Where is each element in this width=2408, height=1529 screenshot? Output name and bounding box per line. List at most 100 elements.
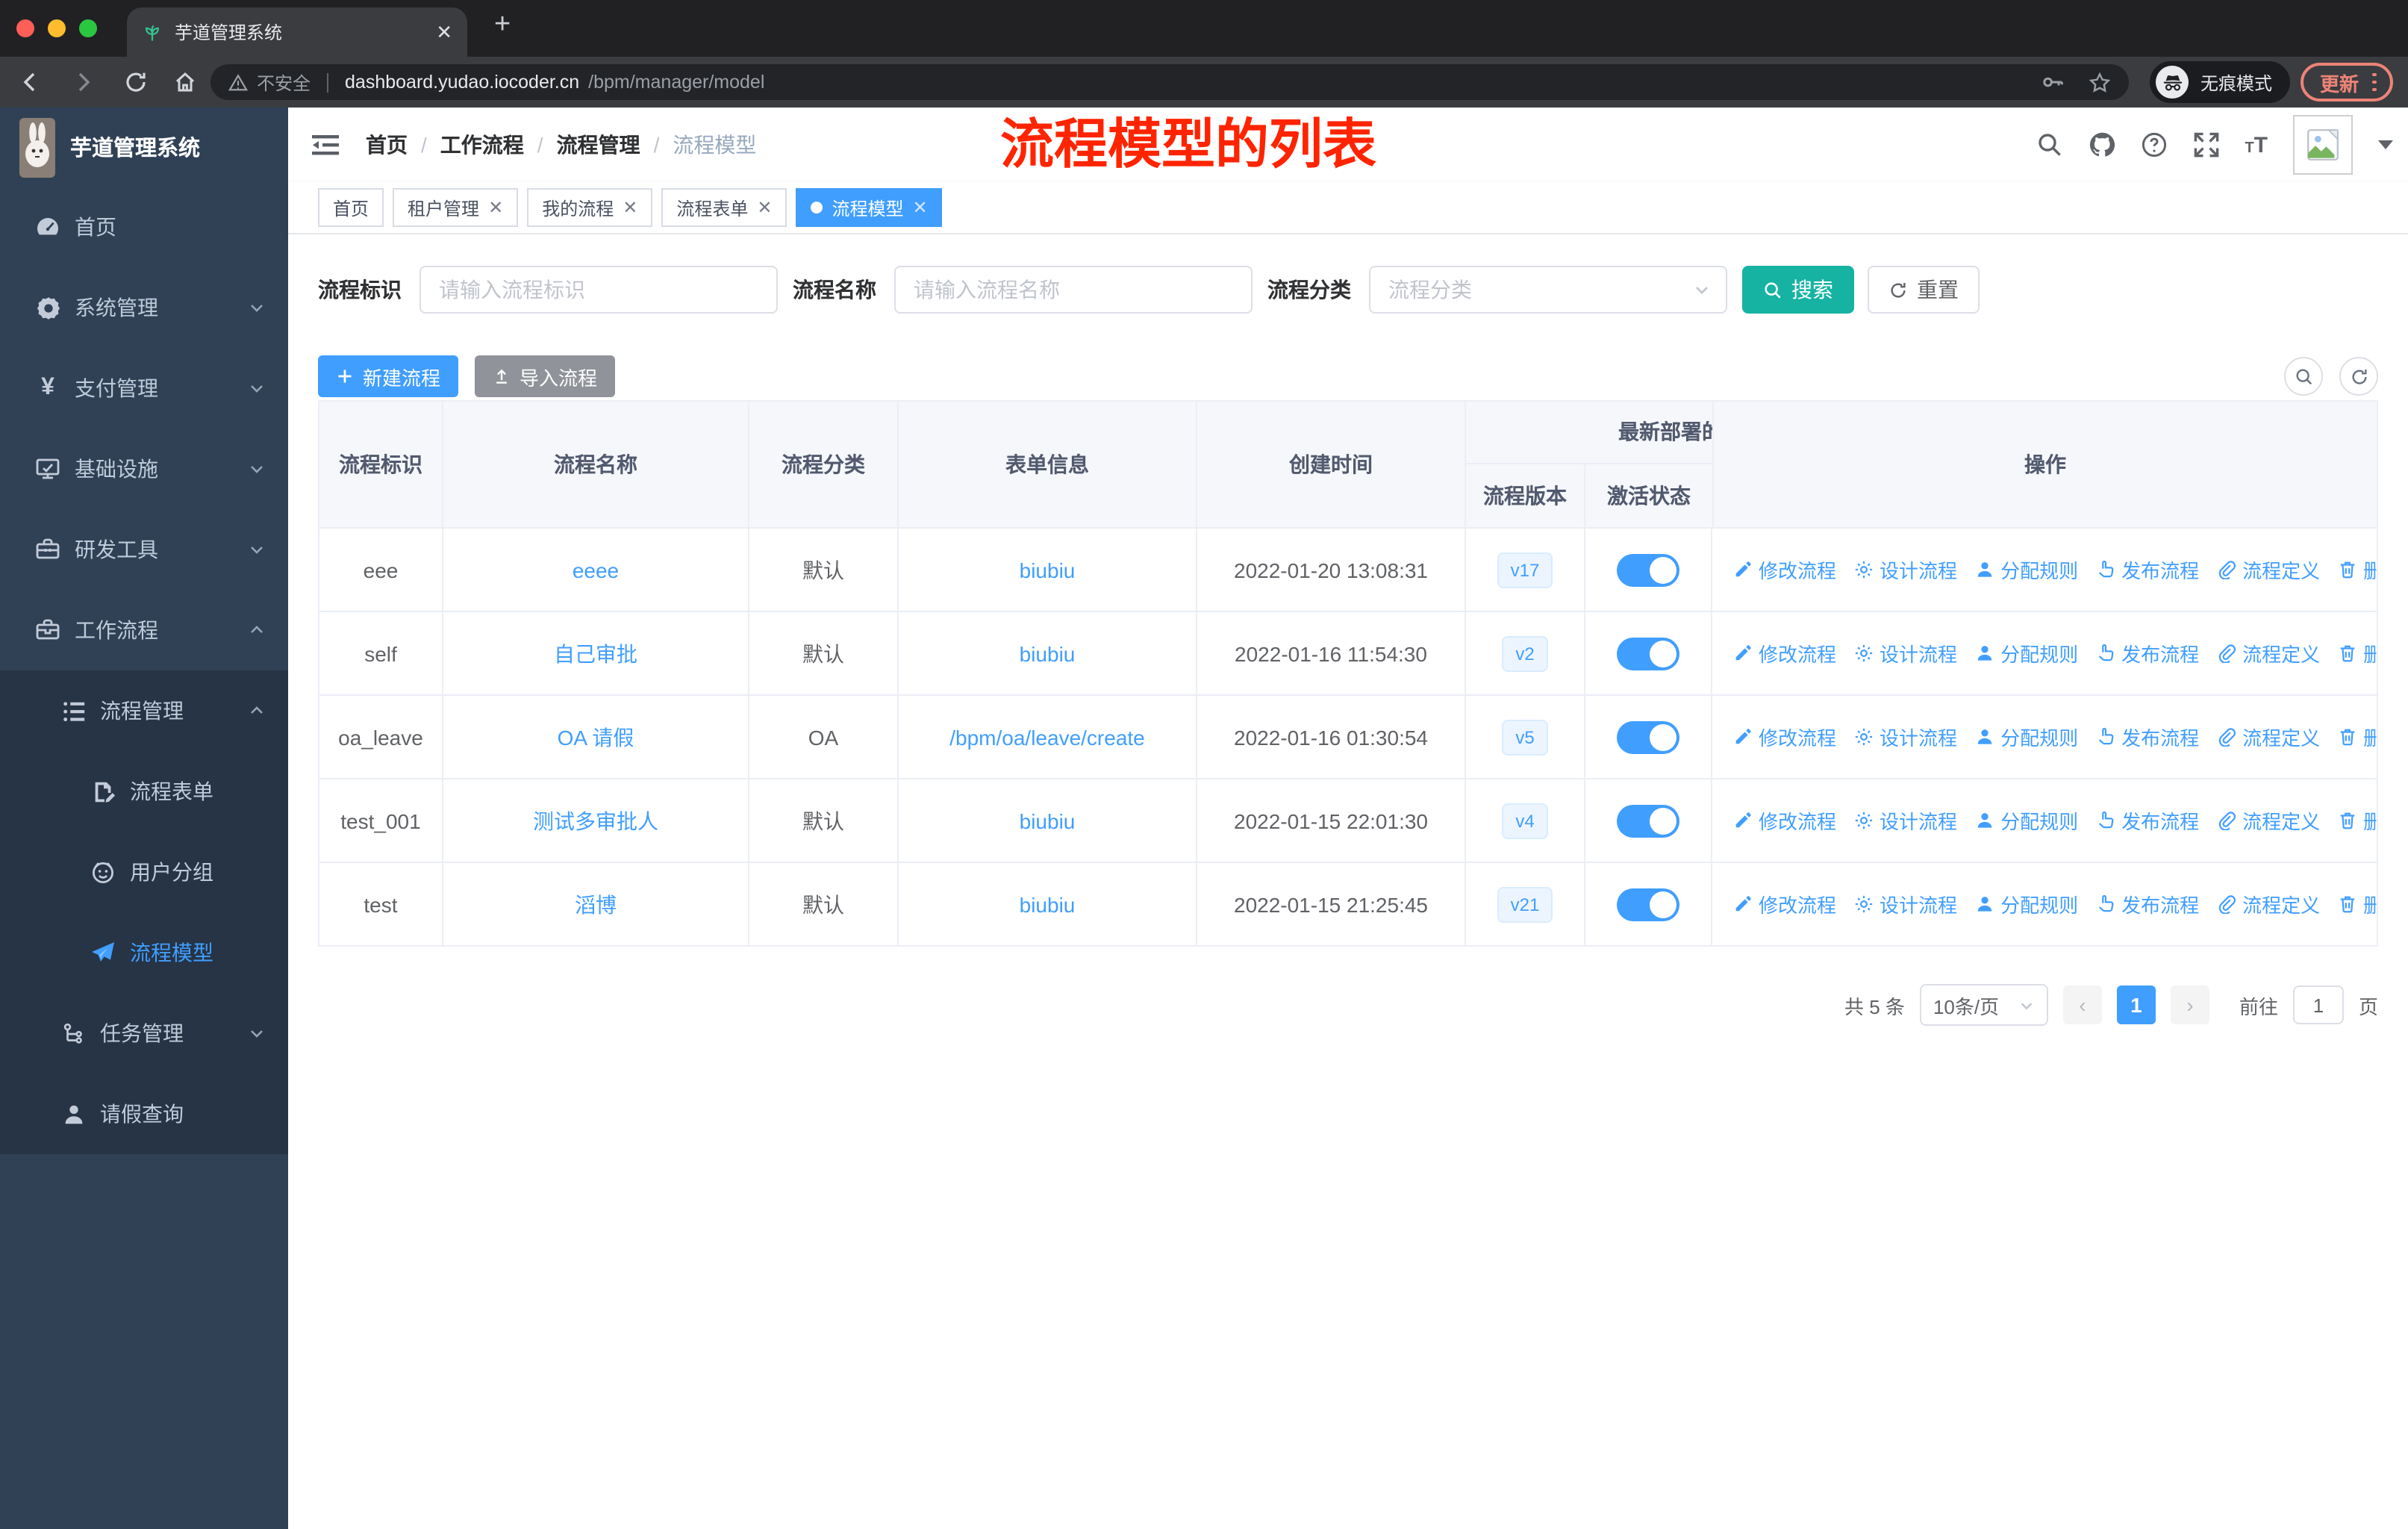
search-icon[interactable] — [2036, 131, 2062, 158]
action-deploy-link[interactable]: 发布流程 — [2096, 639, 2199, 667]
action-deploy-link[interactable]: 发布流程 — [2096, 723, 2199, 751]
refresh-icon[interactable] — [2339, 357, 2378, 396]
action-definition-link[interactable]: 流程定义 — [2217, 639, 2320, 667]
reset-button[interactable]: 重置 — [1868, 266, 1980, 314]
sidebar-item-briefcase[interactable]: 工作流程 — [0, 590, 288, 670]
close-icon[interactable]: ✕ — [623, 199, 637, 217]
action-design-link[interactable]: 设计流程 — [1854, 890, 1957, 918]
action-edit-link[interactable]: 修改流程 — [1733, 723, 1836, 751]
action-deploy-link[interactable]: 发布流程 — [2096, 890, 2199, 918]
action-assign-link[interactable]: 分配规则 — [1975, 555, 2078, 584]
action-assign-link[interactable]: 分配规则 — [1975, 723, 2078, 751]
process-name-link[interactable]: 滔博 — [575, 889, 617, 919]
process-name-link[interactable]: OA 请假 — [558, 722, 634, 752]
action-definition-link[interactable]: 流程定义 — [2217, 806, 2320, 835]
tag-租户管理[interactable]: 租户管理 ✕ — [393, 188, 519, 227]
bookmark-star-icon[interactable] — [2089, 71, 2111, 93]
action-design-link[interactable]: 设计流程 — [1854, 555, 1957, 584]
sidebar-item-yen[interactable]: ¥ 支付管理 — [0, 348, 288, 429]
form-link[interactable]: biubiu — [1020, 641, 1076, 665]
tag-我的流程[interactable]: 我的流程 ✕ — [527, 188, 653, 227]
sidebar-item-tree[interactable]: 任务管理 — [0, 993, 288, 1074]
action-assign-link[interactable]: 分配规则 — [1975, 639, 2078, 667]
process-name-link[interactable]: 自己审批 — [554, 638, 637, 668]
close-icon[interactable]: ✕ — [757, 199, 772, 217]
font-size-icon[interactable]: TT — [2245, 132, 2268, 158]
tag-流程表单[interactable]: 流程表单 ✕ — [661, 188, 787, 227]
zoom-window-button[interactable] — [79, 19, 97, 37]
url-bar[interactable]: 不安全 dashboard.yudao.iocoder.cn/bpm/manag… — [210, 64, 2129, 100]
chevron-down-icon[interactable] — [2378, 140, 2393, 149]
active-toggle[interactable] — [1617, 553, 1679, 586]
sidebar-item-dashboard[interactable]: 首页 — [0, 187, 288, 267]
form-link[interactable]: biubiu — [1020, 558, 1076, 582]
minimize-window-button[interactable] — [48, 19, 66, 37]
browser-tab[interactable]: 芋道管理系统 ✕ — [127, 7, 467, 57]
action-edit-link[interactable]: 修改流程 — [1733, 806, 1836, 835]
help-icon[interactable] — [2140, 131, 2167, 158]
reload-icon[interactable] — [124, 70, 148, 94]
sidebar-item-person[interactable]: 请假查询 — [0, 1074, 288, 1154]
sidebar-item-doc[interactable]: 流程表单 — [0, 751, 288, 832]
action-delete-link[interactable]: 删除 — [2338, 555, 2377, 584]
home-icon[interactable] — [173, 70, 197, 94]
import-process-button[interactable]: 导入流程 — [475, 355, 616, 397]
action-deploy-link[interactable]: 发布流程 — [2096, 806, 2199, 835]
active-toggle[interactable] — [1617, 720, 1679, 753]
action-definition-link[interactable]: 流程定义 — [2217, 555, 2320, 584]
sidebar-logo[interactable]: 芋道管理系统 — [0, 108, 288, 187]
breadcrumb-process-mgmt[interactable]: 流程管理 — [557, 130, 640, 160]
process-name-link[interactable]: eeee — [573, 558, 619, 582]
window-controls[interactable] — [16, 19, 97, 37]
sidebar-item-toolbox[interactable]: 研发工具 — [0, 509, 288, 590]
action-edit-link[interactable]: 修改流程 — [1733, 890, 1836, 918]
back-icon[interactable] — [18, 70, 42, 94]
prev-page-button[interactable]: ‹ — [2062, 985, 2102, 1024]
action-assign-link[interactable]: 分配规则 — [1975, 890, 2078, 918]
close-icon[interactable]: ✕ — [488, 199, 503, 217]
update-button[interactable]: 更新 — [2301, 63, 2393, 102]
action-delete-link[interactable]: 删除 — [2338, 890, 2377, 918]
form-link[interactable]: /bpm/oa/leave/create — [949, 725, 1145, 749]
action-definition-link[interactable]: 流程定义 — [2217, 723, 2320, 751]
browser-menu-icon[interactable] — [2372, 72, 2377, 92]
sidebar-item-face[interactable]: 用户分组 — [0, 832, 288, 912]
hamburger-icon[interactable] — [311, 130, 340, 160]
action-design-link[interactable]: 设计流程 — [1854, 723, 1957, 751]
avatar[interactable] — [2293, 115, 2353, 175]
fullscreen-icon[interactable] — [2192, 131, 2219, 158]
show-search-icon[interactable] — [2284, 357, 2323, 396]
tag-流程模型[interactable]: 流程模型 ✕ — [796, 188, 943, 227]
breadcrumb-home[interactable]: 首页 — [366, 130, 408, 160]
active-toggle[interactable] — [1617, 637, 1679, 670]
tab-close-icon[interactable]: ✕ — [436, 22, 452, 42]
active-toggle[interactable] — [1617, 804, 1679, 837]
action-design-link[interactable]: 设计流程 — [1854, 806, 1957, 835]
active-toggle[interactable] — [1617, 888, 1679, 921]
action-delete-link[interactable]: 删除 — [2338, 639, 2377, 667]
filter-category-select[interactable]: 流程分类 — [1369, 266, 1727, 314]
new-tab-button[interactable]: + — [494, 9, 511, 42]
action-edit-link[interactable]: 修改流程 — [1733, 555, 1836, 584]
action-assign-link[interactable]: 分配规则 — [1975, 806, 2078, 835]
filter-name-input[interactable] — [894, 266, 1253, 314]
sidebar-item-plane[interactable]: 流程模型 — [0, 912, 288, 993]
sidebar-item-gear[interactable]: 系统管理 — [0, 267, 288, 348]
action-design-link[interactable]: 设计流程 — [1854, 639, 1957, 667]
security-label[interactable]: 不安全 — [257, 69, 311, 95]
key-icon[interactable] — [2041, 70, 2065, 94]
process-name-link[interactable]: 测试多审批人 — [533, 806, 658, 835]
create-process-button[interactable]: 新建流程 — [318, 355, 459, 397]
action-edit-link[interactable]: 修改流程 — [1733, 639, 1836, 667]
forward-icon[interactable] — [72, 70, 96, 94]
sidebar-item-monitor[interactable]: 基础设施 — [0, 429, 288, 509]
action-deploy-link[interactable]: 发布流程 — [2096, 555, 2199, 584]
current-page-button[interactable]: 1 — [2116, 985, 2156, 1024]
action-delete-link[interactable]: 删除 — [2338, 723, 2377, 751]
form-link[interactable]: biubiu — [1020, 809, 1076, 832]
page-size-select[interactable]: 10条/页 — [1919, 984, 2048, 1026]
goto-page-input[interactable] — [2292, 985, 2344, 1024]
sidebar-item-list[interactable]: 流程管理 — [0, 670, 288, 751]
filter-id-input[interactable] — [419, 266, 778, 314]
next-page-button[interactable]: › — [2170, 985, 2209, 1024]
